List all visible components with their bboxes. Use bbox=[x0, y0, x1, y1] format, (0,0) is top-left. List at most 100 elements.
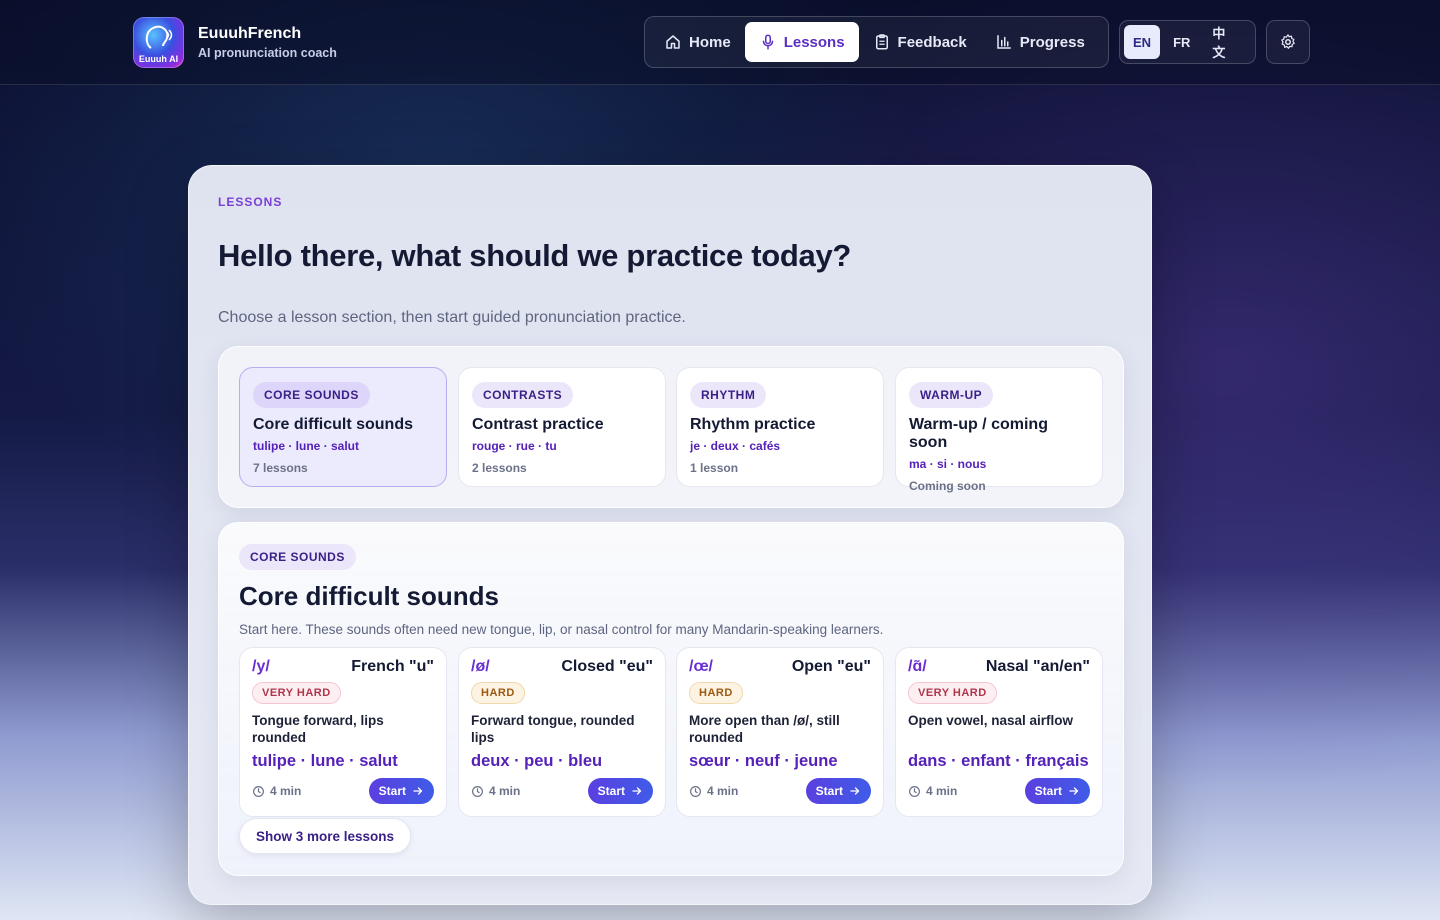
lesson-section-description: Start here. These sounds often need new … bbox=[239, 622, 884, 637]
start-label: Start bbox=[378, 784, 406, 798]
lesson-ipa: /ɑ̃/ bbox=[908, 658, 927, 675]
section-tag: CORE SOUNDS bbox=[253, 382, 370, 408]
top-bar: Euuuh AI EuuuhFrench AI pronunciation co… bbox=[0, 0, 1440, 85]
home-icon bbox=[666, 35, 680, 49]
nav-home[interactable]: Home bbox=[650, 22, 745, 62]
nav-home-label: Home bbox=[689, 33, 731, 51]
difficulty-badge: VERY HARD bbox=[908, 682, 997, 704]
lang-zh[interactable]: 中文 bbox=[1203, 25, 1247, 60]
page-subtitle: Choose a lesson section, then start guid… bbox=[218, 309, 686, 326]
lesson-name: Open "eu" bbox=[791, 658, 871, 675]
clock-icon bbox=[472, 785, 483, 797]
lesson-duration-text: 4 min bbox=[270, 784, 302, 798]
start-lesson-button[interactable]: Start bbox=[1024, 778, 1090, 804]
difficulty-badge: HARD bbox=[471, 682, 525, 704]
lesson-card-nasal-an: /ɑ̃/ Nasal "an/en" VERY HARD Open vowel,… bbox=[895, 647, 1103, 817]
app-logo: Euuuh AI bbox=[133, 17, 184, 68]
lesson-hint: Forward tongue, rounded lips bbox=[471, 713, 635, 745]
lesson-name: Nasal "an/en" bbox=[985, 658, 1090, 675]
clock-icon bbox=[909, 785, 920, 797]
start-lesson-button[interactable]: Start bbox=[368, 778, 434, 804]
lesson-name: French "u" bbox=[351, 658, 434, 675]
nav-lessons[interactable]: Lessons bbox=[744, 22, 859, 62]
logo-text: Euuuh AI bbox=[138, 54, 179, 64]
section-words: je · deux · cafés bbox=[690, 439, 781, 453]
lang-en[interactable]: EN bbox=[1124, 25, 1161, 59]
section-count: 1 lesson bbox=[690, 461, 739, 475]
lessons-panel: LESSONS Hello there, what should we prac… bbox=[188, 165, 1152, 905]
start-lesson-button[interactable]: Start bbox=[587, 778, 653, 804]
section-words: tulipe · lune · salut bbox=[253, 439, 360, 453]
lesson-hint: Tongue forward, lips rounded bbox=[252, 713, 384, 745]
lesson-hint: More open than /ø/, still rounded bbox=[689, 713, 840, 745]
arrow-right-icon bbox=[1069, 787, 1079, 795]
section-title: Warm-up / coming soon bbox=[909, 416, 1048, 451]
microphone-icon bbox=[762, 34, 773, 50]
arrow-right-icon bbox=[413, 787, 423, 795]
lesson-hint: Open vowel, nasal airflow bbox=[908, 713, 1074, 728]
lesson-ipa: /œ/ bbox=[689, 658, 713, 675]
start-lesson-button[interactable]: Start bbox=[805, 778, 871, 804]
section-title: Rhythm practice bbox=[690, 416, 816, 433]
start-label: Start bbox=[815, 784, 843, 798]
lesson-section-title: Core difficult sounds bbox=[239, 581, 499, 611]
lesson-duration: 4 min bbox=[471, 784, 520, 798]
lesson-card-o-slash: /ø/ Closed "eu" HARD Forward tongue, rou… bbox=[458, 647, 666, 817]
nav-lessons-label: Lessons bbox=[783, 33, 845, 51]
lesson-duration: 4 min bbox=[689, 784, 738, 798]
section-title: Contrast practice bbox=[472, 416, 604, 433]
brand[interactable]: Euuuh AI EuuuhFrench AI pronunciation co… bbox=[133, 17, 337, 68]
start-label: Start bbox=[597, 784, 625, 798]
nav-progress[interactable]: Progress bbox=[981, 22, 1099, 62]
section-words: ma · si · nous bbox=[909, 457, 987, 471]
section-tag: WARM-UP bbox=[909, 382, 994, 408]
lesson-duration-text: 4 min bbox=[489, 784, 521, 798]
lesson-card-y: /y/ French "u" VERY HARD Tongue forward,… bbox=[239, 647, 447, 817]
clock-icon bbox=[690, 785, 701, 797]
arrow-right-icon bbox=[850, 787, 860, 795]
section-title: Core difficult sounds bbox=[253, 416, 413, 433]
lesson-section-tag: CORE SOUNDS bbox=[239, 544, 356, 570]
nav-feedback-label: Feedback bbox=[897, 33, 967, 51]
section-tag: RHYTHM bbox=[690, 382, 767, 408]
section-card-contrasts[interactable]: CONTRASTS Contrast practice rouge · rue … bbox=[458, 367, 666, 487]
section-count: 7 lessons bbox=[253, 461, 308, 475]
arrow-right-icon bbox=[632, 787, 642, 795]
lesson-card-oe: /œ/ Open "eu" HARD More open than /ø/, s… bbox=[676, 647, 884, 817]
app-tagline: AI pronunciation coach bbox=[198, 45, 337, 60]
clipboard-icon bbox=[875, 34, 888, 50]
difficulty-badge: VERY HARD bbox=[252, 682, 341, 704]
page-title: Hello there, what should we practice tod… bbox=[218, 238, 852, 273]
logo-head-icon bbox=[145, 25, 173, 49]
section-count: 2 lessons bbox=[472, 461, 527, 475]
page-eyebrow: LESSONS bbox=[218, 195, 283, 209]
lesson-ipa: /y/ bbox=[252, 658, 270, 675]
lesson-duration-text: 4 min bbox=[707, 784, 739, 798]
start-label: Start bbox=[1034, 784, 1062, 798]
lesson-duration: 4 min bbox=[252, 784, 301, 798]
section-card-rhythm[interactable]: RHYTHM Rhythm practice je · deux · cafés… bbox=[676, 367, 884, 487]
bar-chart-icon bbox=[997, 35, 1011, 49]
lesson-ipa: /ø/ bbox=[471, 658, 490, 675]
lesson-name: Closed "eu" bbox=[561, 658, 653, 675]
show-more-lessons-button[interactable]: Show 3 more lessons bbox=[239, 818, 412, 854]
gear-icon bbox=[1281, 34, 1295, 49]
section-tag: CONTRASTS bbox=[472, 382, 574, 408]
nav-progress-label: Progress bbox=[1019, 33, 1085, 51]
nav-feedback[interactable]: Feedback bbox=[859, 22, 981, 62]
lesson-duration-text: 4 min bbox=[926, 784, 958, 798]
settings-button[interactable] bbox=[1266, 20, 1310, 64]
section-picker: CORE SOUNDS Core difficult sounds tulipe… bbox=[218, 346, 1124, 508]
language-switcher: EN FR 中文 bbox=[1119, 20, 1256, 64]
lesson-duration: 4 min bbox=[908, 784, 957, 798]
app-name: EuuuhFrench bbox=[198, 24, 302, 42]
lang-fr[interactable]: FR bbox=[1164, 25, 1199, 59]
difficulty-badge: HARD bbox=[689, 682, 743, 704]
clock-icon bbox=[253, 785, 264, 797]
section-card-core-sounds[interactable]: CORE SOUNDS Core difficult sounds tulipe… bbox=[239, 367, 447, 487]
section-card-warm-up[interactable]: WARM-UP Warm-up / coming soon ma · si · … bbox=[895, 367, 1103, 493]
section-words: rouge · rue · tu bbox=[472, 439, 557, 453]
main-nav: Home Lessons Feedback Progress bbox=[644, 16, 1109, 68]
lesson-section: CORE SOUNDS Core difficult sounds Start … bbox=[218, 522, 1124, 876]
section-count: Coming soon bbox=[909, 479, 986, 493]
